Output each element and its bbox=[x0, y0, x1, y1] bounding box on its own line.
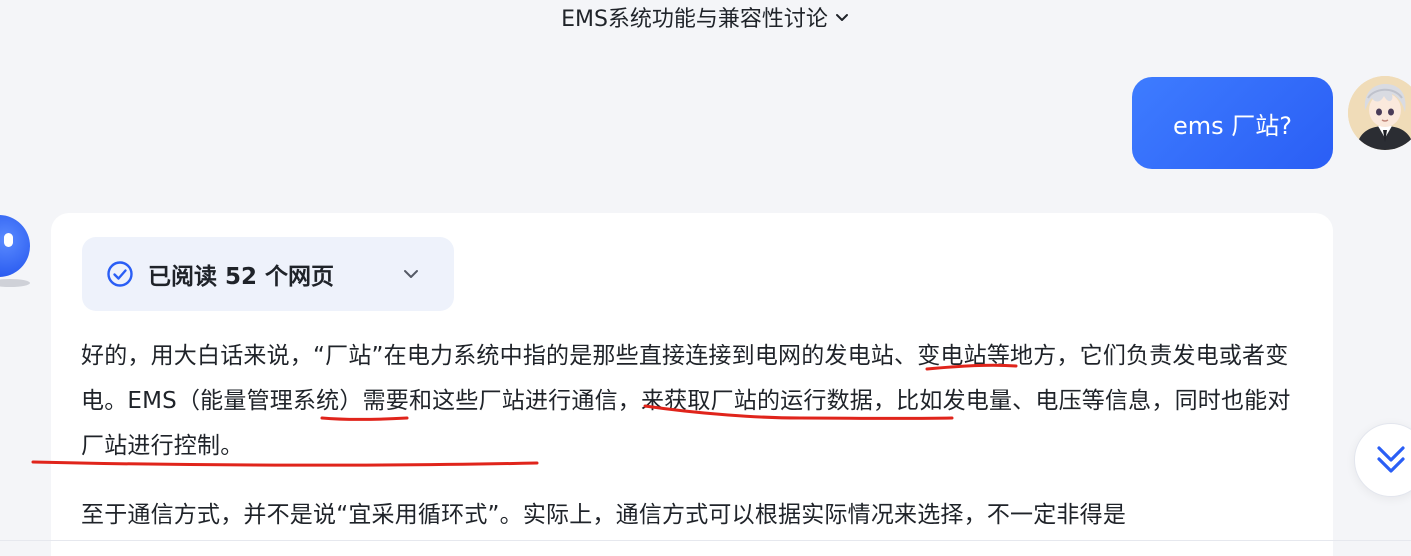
bot-avatar-icon bbox=[0, 215, 30, 277]
read-sources-toggle[interactable]: 已阅读 52 个网页 bbox=[82, 237, 454, 311]
divider bbox=[0, 540, 1411, 541]
top-bar: EMS系统功能与兼容性讨论 bbox=[0, 0, 1411, 34]
chevron-down-icon bbox=[834, 9, 850, 25]
chat-page: EMS系统功能与兼容性讨论 ems 厂站? 已阅读 52 个网页 好的，用大白话… bbox=[0, 0, 1411, 556]
scroll-to-bottom-button[interactable] bbox=[1354, 423, 1411, 497]
check-circle-icon bbox=[106, 260, 134, 288]
bot-eye bbox=[4, 233, 13, 247]
bot-avatar-shadow bbox=[0, 279, 30, 287]
user-message-text: ems 厂站? bbox=[1172, 111, 1292, 140]
read-status-label: 已阅读 52 个网页 bbox=[148, 264, 335, 290]
answer-paragraph: 好的，用大白话来说，“厂站”在电力系统中指的是那些直接连接到电网的发电站、变电站… bbox=[81, 343, 1291, 459]
user-avatar[interactable] bbox=[1348, 76, 1411, 150]
chevron-down-icon bbox=[402, 265, 420, 287]
assistant-message-card: 已阅读 52 个网页 好的，用大白话来说，“厂站”在电力系统中指的是那些直接连接… bbox=[51, 213, 1333, 556]
conversation-title-dropdown[interactable]: EMS系统功能与兼容性讨论 bbox=[561, 1, 850, 33]
answer-paragraph: 至于通信方式，并不是说“宜采用循环式”。实际上，通信方式可以根据实际情况来选择，… bbox=[81, 502, 1127, 528]
conversation-title: EMS系统功能与兼容性讨论 bbox=[561, 7, 828, 32]
user-message-bubble: ems 厂站? bbox=[1132, 77, 1333, 169]
